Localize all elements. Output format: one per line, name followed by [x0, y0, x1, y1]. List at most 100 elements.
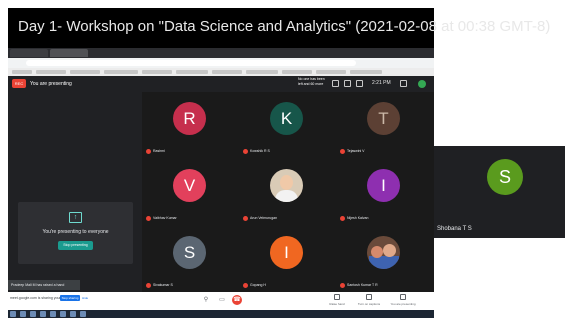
presenting-card: ↑ You're presenting to everyone Stop pre… — [18, 202, 133, 264]
participant-name-text: Kowshik R S — [250, 149, 270, 153]
video-frame: Day 1- Workshop on "Data Science and Ana… — [0, 0, 565, 326]
participant-name-text: Gopang H — [250, 283, 266, 287]
mic-off-icon — [146, 282, 151, 288]
captions-button[interactable]: Turn on captions — [354, 293, 384, 308]
participant-tile[interactable]: Arun Velmurugan — [239, 159, 336, 225]
presentation-area: ↑ You're presenting to everyone Stop pre… — [8, 92, 142, 292]
taskbar-app-icon[interactable] — [70, 311, 76, 317]
participant-tile[interactable]: Santosh Kumar T R — [336, 226, 433, 292]
meeting-clock: 2:21 PM — [372, 80, 391, 86]
url-input[interactable] — [26, 60, 356, 66]
photo-face-shape — [280, 175, 293, 190]
participant-tile[interactable]: K Kowshik R S — [239, 92, 336, 158]
participant-photo — [367, 236, 400, 269]
taskbar-app-icon[interactable] — [60, 311, 66, 317]
presenting-message: You're presenting to everyone — [42, 229, 109, 235]
participant-name: Kowshik R S — [243, 148, 270, 154]
bookmark-item[interactable] — [350, 70, 382, 74]
captions-icon — [366, 294, 372, 300]
stop-sharing-button[interactable]: Stop sharing — [60, 295, 80, 301]
bookmark-item[interactable] — [212, 70, 242, 74]
participant-name: Sivakumar S — [146, 282, 173, 288]
participant-avatar: R — [173, 102, 206, 135]
avatar[interactable] — [418, 80, 426, 88]
bookmarks-bar — [8, 68, 434, 76]
mic-off-icon — [340, 148, 345, 154]
present-screen-icon: ↑ — [69, 212, 82, 223]
participant-tile[interactable]: I Gopang H — [239, 226, 336, 292]
raise-hand-label: Raise hand — [329, 302, 345, 306]
bookmark-item[interactable] — [316, 70, 346, 74]
stop-presenting-button[interactable]: Stop presenting — [58, 241, 93, 250]
participant-name-text: Vaibhav Kumar — [153, 216, 177, 220]
present-icon — [400, 294, 406, 300]
participant-name: Gopang H — [243, 282, 266, 288]
recording-badge: REC — [12, 79, 26, 88]
participant-avatar: T — [367, 102, 400, 135]
participant-tile[interactable]: V Vaibhav Kumar — [142, 159, 239, 225]
browser-tab[interactable] — [10, 49, 48, 57]
participant-name-text: Santosh Kumar T R — [347, 283, 378, 287]
taskbar-app-icon[interactable] — [50, 311, 56, 317]
participant-name: Nijesh Kalvan — [340, 215, 368, 221]
participant-tile[interactable]: I Nijesh Kalvan — [336, 159, 433, 225]
presenting-label: You are presenting — [390, 302, 416, 306]
mic-off-icon — [243, 282, 248, 288]
photo-shape — [369, 256, 399, 269]
bookmark-item[interactable] — [12, 70, 32, 74]
activities-icon[interactable] — [356, 80, 363, 87]
windows-taskbar — [8, 310, 434, 318]
browser-address-bar — [8, 58, 434, 68]
start-icon[interactable] — [10, 311, 16, 317]
browser-tab[interactable] — [50, 49, 88, 57]
people-icon[interactable] — [332, 80, 339, 87]
mic-icon[interactable]: ⚲ — [201, 295, 211, 305]
mic-off-icon — [146, 215, 151, 221]
participant-avatar: S — [173, 236, 206, 269]
captions-label: Turn on captions — [357, 302, 381, 306]
side-participant-tile[interactable]: S Shobana T S — [434, 146, 565, 238]
bookmark-item[interactable] — [36, 70, 66, 74]
taskbar-app-icon[interactable] — [20, 311, 26, 317]
photo-body-shape — [275, 190, 298, 202]
participant-name-text: Arun Velmurugan — [250, 216, 278, 220]
mic-off-icon — [340, 215, 345, 221]
participant-tile[interactable]: T Tejaswini V — [336, 92, 433, 158]
bookmark-item[interactable] — [176, 70, 208, 74]
participant-name: Tejaswini V — [340, 148, 365, 154]
browser-tab-strip — [8, 48, 434, 58]
participant-photo — [270, 169, 303, 202]
presenting-button[interactable]: You are presenting — [388, 293, 418, 308]
mic-off-icon — [146, 148, 151, 154]
video-title: Day 1- Workshop on "Data Science and Ana… — [18, 18, 551, 35]
raised-hand-notification: Pradeep Mali M has raised a hand — [8, 280, 80, 290]
participant-avatar: S — [487, 159, 523, 195]
participant-avatar: K — [270, 102, 303, 135]
hang-up-button[interactable]: ☎ — [232, 295, 242, 305]
chat-icon[interactable] — [344, 80, 351, 87]
hand-icon — [334, 294, 340, 300]
bookmark-item[interactable] — [70, 70, 100, 74]
hide-button[interactable]: Hide — [82, 295, 92, 301]
participant-grid: R Rashmi K Kowshik R S T Tejaswini V V V… — [142, 92, 434, 292]
participant-name: Rashmi — [146, 148, 165, 154]
presenting-thumbnail-icon[interactable] — [400, 80, 407, 87]
bookmark-item[interactable] — [282, 70, 312, 74]
participant-name: Arun Velmurugan — [243, 215, 277, 221]
raise-hand-button[interactable]: Raise hand — [322, 293, 352, 308]
participant-tile[interactable]: S Sivakumar S — [142, 226, 239, 292]
participant-avatar: I — [367, 169, 400, 202]
taskbar-app-icon[interactable] — [80, 311, 86, 317]
bookmark-item[interactable] — [142, 70, 172, 74]
mic-off-icon — [243, 215, 248, 221]
taskbar-app-icon[interactable] — [30, 311, 36, 317]
taskbar-app-icon[interactable] — [40, 311, 46, 317]
participant-tile[interactable]: R Rashmi — [142, 92, 239, 158]
photo-shape — [383, 244, 396, 257]
bookmark-item[interactable] — [104, 70, 138, 74]
meet-bottom-bar: meet.google.com is sharing your screen S… — [8, 292, 434, 310]
camera-icon[interactable]: ▭ — [217, 295, 227, 305]
participant-name-text: Rashmi — [153, 149, 165, 153]
participant-name-text: Nijesh Kalvan — [347, 216, 369, 220]
bookmark-item[interactable] — [246, 70, 278, 74]
